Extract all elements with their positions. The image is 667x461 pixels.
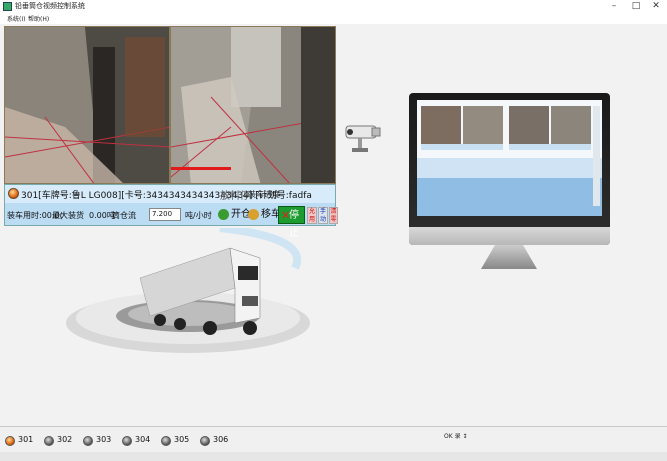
silo-lamp-icon [200, 436, 210, 446]
stop-button[interactable]: ✕ 停止 [278, 206, 305, 239]
status-lamp-icon [8, 188, 19, 199]
silo-lamp-icon [83, 436, 93, 446]
max-load-value: 0.00吨 [89, 211, 115, 220]
truck-info-row: 301[车牌号:鲁L LG008][卡号:343434343434343434]… [5, 185, 335, 203]
spinner-value: OK 录 [444, 433, 461, 440]
silo-lamp-icon [122, 436, 132, 446]
reset-button[interactable]: 清 零 [329, 207, 338, 224]
silo-label: 302 [57, 435, 73, 444]
open-silo-button[interactable]: 开仓 [217, 206, 251, 224]
silo-label: 305 [174, 435, 190, 444]
stop-icon: ✕ [281, 209, 291, 222]
camera-feed-2[interactable] [170, 26, 336, 184]
monitor-chin [409, 227, 610, 245]
silo-label: 304 [135, 435, 151, 444]
silo-spinner[interactable]: OK 录 ↕ [444, 431, 472, 442]
app-icon [3, 2, 12, 11]
silo-label: 301 [18, 435, 34, 444]
silo-status-bar: 301 302 303 304 305 306 OK 录 ↕ [0, 426, 667, 453]
manual-button[interactable]: 手 动 [318, 207, 328, 224]
silo-label: 303 [96, 435, 112, 444]
flow-label: 筒仓流 [112, 211, 136, 220]
enable-button[interactable]: 允 用 [307, 207, 317, 224]
camera-feed-1[interactable] [4, 26, 170, 184]
silo-label: 306 [213, 435, 229, 444]
title-bar: 铅垂筒仓视频控制系统 – □ ✕ [0, 0, 667, 13]
load-control-row: 装车用时:00:0( 最大装货 0.00吨 筒仓流 7.200 吨/小时 开仓 … [5, 204, 338, 239]
silo-control-panel: 301[车牌号:鲁L LG008][卡号:343434343434343434]… [4, 184, 338, 239]
move-truck-button[interactable]: 移车 [247, 206, 281, 224]
silo-lamp-icon [161, 436, 171, 446]
monitor-screen [417, 100, 602, 216]
speed-unit: 吨/小时 [185, 211, 212, 220]
bottom-strip [0, 452, 667, 461]
silo-lamp-icon [44, 436, 54, 446]
discharge-stop-button[interactable]: 放料停 [220, 187, 250, 202]
spinner-arrows-icon: ↕ [462, 433, 468, 440]
max-load-label: 最大装货 [52, 211, 84, 220]
window-title: 铅垂筒仓视频控制系统 [15, 2, 85, 10]
security-camera-icon [345, 125, 381, 152]
load-progress-button[interactable]: 装车进度 [248, 189, 280, 200]
truck-illustration [66, 228, 310, 353]
monitor-illustration [409, 93, 610, 245]
menu-help[interactable]: 帮助(H) [28, 14, 49, 23]
move-icon [248, 209, 259, 220]
close-button[interactable]: ✕ [645, 0, 667, 13]
minimize-button[interactable]: – [603, 0, 625, 13]
open-icon [218, 209, 229, 220]
menu-system[interactable]: 系统(I) [7, 14, 25, 23]
speed-input[interactable]: 7.200 [149, 208, 181, 221]
maximize-button[interactable]: □ [625, 0, 647, 13]
silo-lamp-icon [5, 436, 15, 446]
